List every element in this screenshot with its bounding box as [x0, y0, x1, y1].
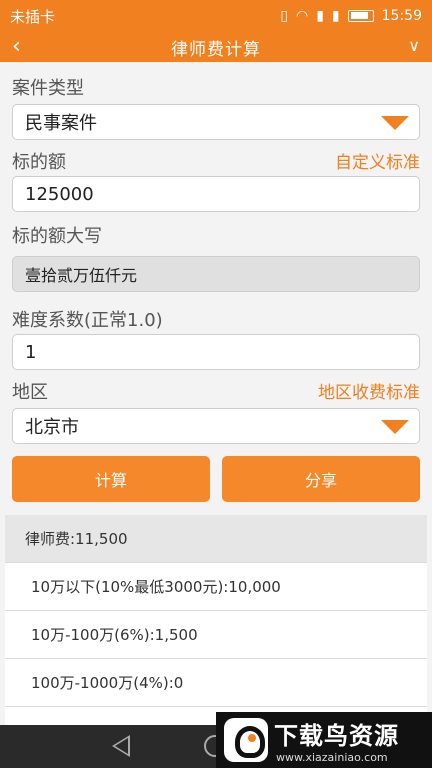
clock-text: 15:59 — [381, 8, 422, 24]
region-value: 北京市 — [25, 417, 79, 438]
vibrate-icon: ▯ — [280, 8, 288, 24]
region-standard-link[interactable]: 地区收费标准 — [318, 378, 420, 403]
share-button[interactable]: 分享 — [222, 456, 420, 502]
difficulty-input[interactable]: 1 — [12, 334, 420, 370]
amount-input[interactable]: 125000 — [12, 176, 420, 212]
sim1-icon: ▮ — [316, 8, 324, 24]
result-row: 10万-100万(6%):1,500 — [5, 611, 427, 659]
amount-value: 125000 — [25, 183, 94, 205]
result-row: 100万-1000万(4%):0 — [5, 659, 427, 707]
amount-caps-field: 壹拾贰万伍仟元 — [12, 256, 420, 292]
dropdown-triangle-icon — [381, 420, 409, 434]
watermark: 下载鸟资源 www.xiazainiao.com — [216, 712, 432, 768]
amount-caps-value: 壹拾贰万伍仟元 — [25, 266, 138, 285]
watermark-sub: www.xiazainiao.com — [276, 751, 388, 764]
region-label: 地区 — [12, 382, 48, 403]
status-icons: ▯ ◠ ▮ ▮ 15:59 — [280, 8, 422, 24]
result-total-row: 律师费:11,500 — [5, 515, 427, 563]
carrier-text: 未插卡 — [10, 7, 56, 26]
calculate-button[interactable]: 计算 — [12, 456, 210, 502]
dropdown-triangle-icon — [381, 116, 409, 130]
watermark-main: 下载鸟资源 — [274, 722, 399, 750]
difficulty-label: 难度系数(正常1.0) — [12, 310, 163, 331]
chevron-down-icon[interactable]: ∨ — [408, 36, 420, 55]
region-select[interactable]: 北京市 — [12, 408, 420, 444]
difficulty-value: 1 — [25, 341, 37, 363]
battery-icon — [347, 10, 374, 22]
case-type-select[interactable]: 民事案件 — [12, 104, 420, 140]
app-bar: ‹ 律师费计算 ∨ — [0, 32, 432, 62]
custom-standard-link[interactable]: 自定义标准 — [335, 148, 420, 173]
result-row: 10万以下(10%最低3000元):10,000 — [5, 563, 427, 611]
amount-caps-label: 标的额大写 — [12, 226, 102, 247]
results-list: 律师费:11,500 10万以下(10%最低3000元):10,000 10万-… — [5, 515, 427, 725]
watermark-text: 下载鸟资源 www.xiazainiao.com — [274, 716, 399, 764]
nav-back-icon[interactable] — [112, 735, 130, 757]
case-type-value: 民事案件 — [25, 113, 97, 134]
back-icon[interactable]: ‹ — [12, 34, 21, 59]
sim2-icon: ▮ — [331, 8, 340, 24]
bird-logo-icon — [224, 718, 268, 762]
amount-label: 标的额 — [12, 152, 66, 173]
status-bar: 未插卡 ▯ ◠ ▮ ▮ 15:59 — [0, 0, 432, 32]
page-title: 律师费计算 — [171, 39, 261, 60]
case-type-label: 案件类型 — [12, 78, 84, 99]
wifi-icon: ◠ — [295, 8, 309, 24]
